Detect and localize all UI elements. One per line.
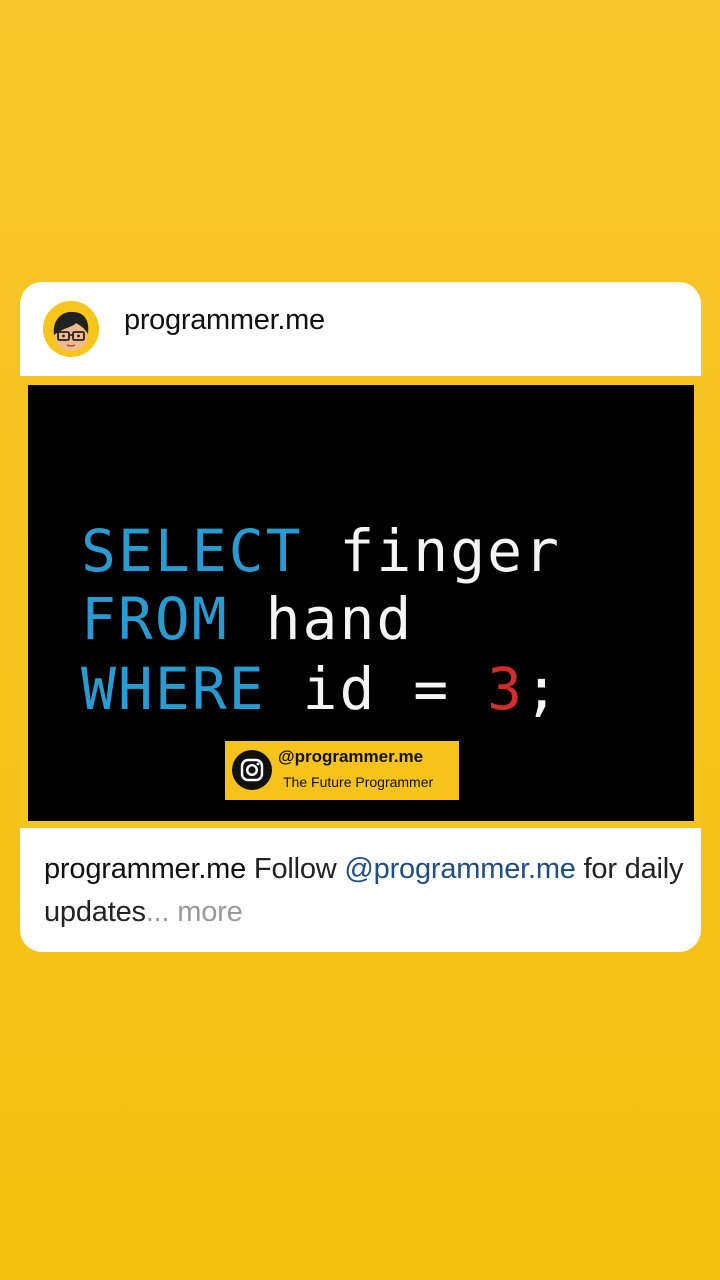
code-number: 3 xyxy=(487,655,525,723)
watermark-tagline: The Future Programmer xyxy=(283,774,434,790)
code-line-where: WHERE id = 3; xyxy=(81,656,561,722)
watermark-badge: @programmer.me The Future Programmer xyxy=(225,741,459,800)
code-keyword: SELECT xyxy=(81,517,303,585)
post-header: programmer.me xyxy=(20,282,701,376)
code-keyword: FROM xyxy=(81,585,229,653)
caption-mention-link[interactable]: @programmer.me xyxy=(344,853,576,885)
code-identifier: id = xyxy=(265,655,488,723)
post-username[interactable]: programmer.me xyxy=(124,304,325,337)
instagram-icon xyxy=(232,750,272,790)
watermark-handle: @programmer.me xyxy=(278,747,424,766)
boy-with-glasses-avatar-icon xyxy=(43,301,99,357)
code-line-select: SELECT finger xyxy=(81,518,561,584)
avatar[interactable] xyxy=(43,301,99,357)
caption-ellipsis: ... xyxy=(145,896,170,928)
code-identifier: finger xyxy=(302,517,561,585)
post-image[interactable]: SELECT finger FROM hand WHERE id = 3; @p… xyxy=(28,385,694,821)
post-card: programmer.me SELECT finger FROM hand WH… xyxy=(20,282,701,952)
caption-username[interactable]: programmer.me xyxy=(44,853,246,885)
code-keyword: WHERE xyxy=(81,655,266,723)
caption-body-start: Follow xyxy=(246,853,345,885)
code-semicolon: ; xyxy=(524,655,561,723)
caption-area: programmer.me Follow @programmer.me for … xyxy=(20,828,701,952)
code-identifier: hand xyxy=(228,585,414,653)
caption-text: programmer.me Follow @programmer.me for … xyxy=(44,848,684,934)
more-button[interactable]: more xyxy=(169,896,242,928)
code-line-from: FROM hand xyxy=(81,586,413,652)
